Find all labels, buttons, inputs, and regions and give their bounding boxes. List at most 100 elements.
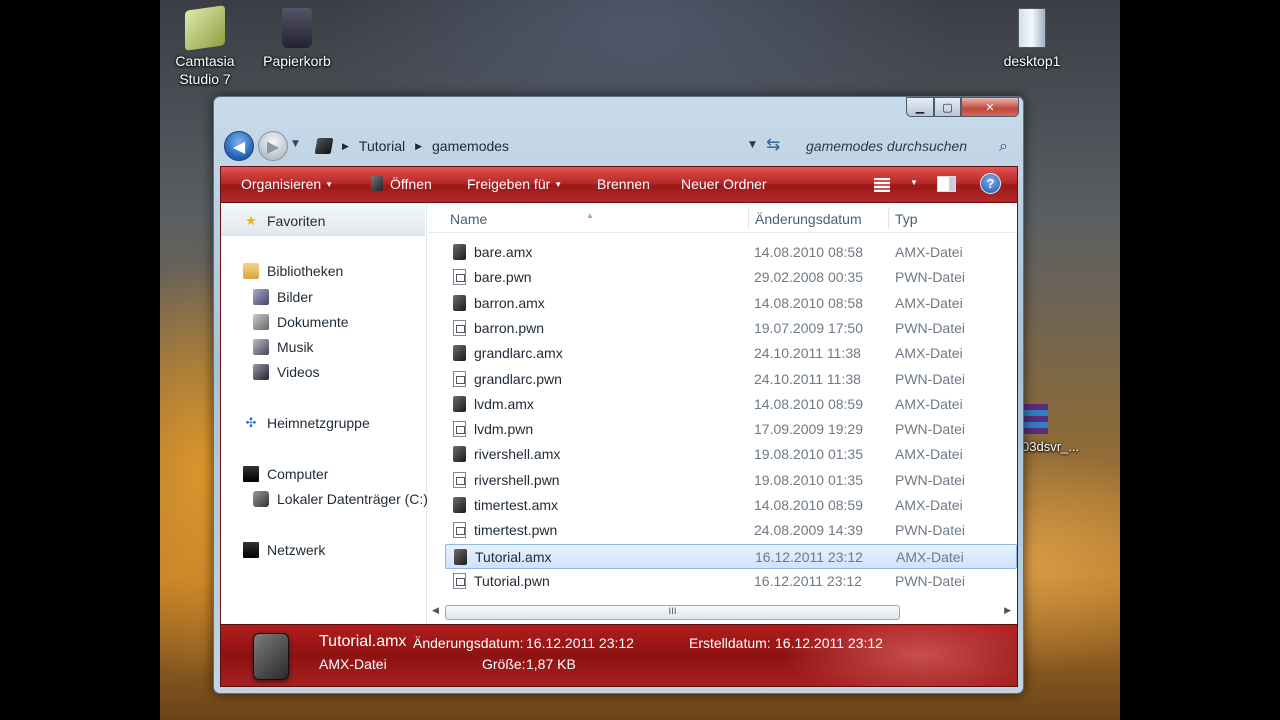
pictures-icon [253,289,269,305]
homegroup-icon: ✣ [245,415,257,430]
file-row[interactable]: rivershell.pwn 19.08.2010 01:35 PWN-Datei [445,468,1017,493]
file-row[interactable]: grandlarc.amx 24.10.2011 11:38 AMX-Datei [445,341,1017,366]
recent-pages-dropdown[interactable]: ▼ [292,139,299,149]
computer-icon [243,466,259,482]
new-folder-button[interactable]: Neuer Ordner [681,176,767,192]
open-label: Öffnen [390,176,432,192]
file-row[interactable]: timertest.amx 14.08.2010 08:59 AMX-Datei [445,493,1017,518]
column-divider[interactable] [888,207,889,229]
horizontal-scrollbar[interactable]: ◀ III ▶ [428,603,1017,623]
nav-label: Netzwerk [267,542,326,558]
documents-icon [253,314,269,330]
open-button[interactable]: Öffnen [371,176,432,192]
chevron-down-icon: ▼ [325,180,334,189]
file-date: 17.09.2009 19:29 [754,421,863,438]
scroll-left-icon[interactable]: ◀ [432,606,439,616]
file-name: grandlarc.pwn [474,370,562,387]
nav-documents[interactable]: Dokumente [253,314,349,330]
desktop-icon-camtasia[interactable]: Camtasia Studio 7 [155,5,255,88]
scroll-right-icon[interactable]: ▶ [1004,606,1011,616]
close-button[interactable]: ✕ [961,97,1019,117]
refresh-icon[interactable]: ⇆ [766,135,780,155]
column-header-row: ▲ Name Änderungsdatum Typ [428,203,1017,233]
address-bar[interactable]: ▶ Tutorial ▶ gamemodes [308,133,762,159]
column-header-date[interactable]: Änderungsdatum [755,211,862,227]
file-type: AMX-Datei [895,345,963,362]
chevron-down-icon[interactable]: ▼ [910,178,918,187]
screen: Camtasia Studio 7 Papierkorb desktop1 03… [0,0,1280,720]
nav-local-disk[interactable]: Lokaler Datenträger (C:) [253,491,428,507]
nav-videos[interactable]: Videos [253,364,320,380]
nav-libraries[interactable]: Bibliotheken [243,263,343,279]
amx-file-icon [453,497,466,513]
minimize-button[interactable]: ▁ [906,97,934,117]
view-options-icon[interactable] [874,178,890,192]
column-header-name[interactable]: Name [450,211,487,227]
details-modified-value: 16.12.2011 23:12 [526,635,634,651]
letterbox-right [1120,0,1280,720]
file-row[interactable]: Tutorial.amx 16.12.2011 23:12 AMX-Datei [445,543,1017,569]
share-button[interactable]: Freigeben für ▼ [467,176,562,192]
navigation-bar: ◀ ▶ ▼ ▶ Tutorial ▶ gamemodes ▼ ⇆ gamemod… [222,129,1017,161]
nav-label: Musik [277,339,314,355]
nav-favorites[interactable]: ★ Favoriten [243,213,325,229]
pwn-file-icon [453,370,466,387]
nav-label: Heimnetzgruppe [267,415,370,431]
scrollbar-thumb[interactable]: III [445,605,900,620]
nav-network[interactable]: Netzwerk [243,542,325,558]
search-box[interactable]: gamemodes durchsuchen ⌕ [792,133,1016,159]
file-name: Tutorial.pwn [474,572,550,589]
nav-computer[interactable]: Computer [243,466,328,482]
breadcrumb-separator-icon[interactable]: ▶ [415,141,422,152]
file-type: PWN-Datei [895,522,966,539]
address-dropdown[interactable]: ▼ [749,140,756,150]
back-button[interactable]: ◀ [224,131,254,161]
file-date: 16.12.2011 23:12 [754,572,862,589]
nav-pictures[interactable]: Bilder [253,289,313,305]
breadcrumb-gamemodes[interactable]: gamemodes [432,138,509,154]
preview-pane-icon[interactable] [937,176,956,192]
breadcrumb-tutorial[interactable]: Tutorial [359,138,405,154]
details-filetype: AMX-Datei [319,656,387,672]
file-name: barron.pwn [474,319,545,336]
star-icon: ★ [245,213,257,228]
desktop-icon-label: desktop1 [1003,53,1061,69]
file-row[interactable]: bare.pwn 29.02.2008 00:35 PWN-Datei [445,265,1017,290]
burn-button[interactable]: Brennen [597,176,650,192]
help-button[interactable]: ? [980,173,1001,194]
nav-homegroup[interactable]: ✣ Heimnetzgruppe [243,415,370,431]
organize-button[interactable]: Organisieren ▼ [241,176,333,192]
column-header-type[interactable]: Typ [895,211,918,227]
nav-label: Videos [277,364,320,380]
file-name: rivershell.pwn [474,471,560,488]
maximize-button[interactable]: ▢ [934,97,961,117]
videos-icon [253,364,269,380]
nav-music[interactable]: Musik [253,339,314,355]
amx-file-icon [454,548,467,565]
file-type: PWN-Datei [895,471,966,488]
file-icon [371,176,383,191]
desktop-icon-label: Studio 7 [179,71,231,87]
amx-file-icon [453,345,466,362]
file-row[interactable]: barron.amx 14.08.2010 08:58 AMX-Datei [445,291,1017,316]
desktop-icon-desktop1[interactable]: desktop1 [982,8,1082,70]
nav-label: Bilder [277,289,313,305]
file-row[interactable]: bare.amx 14.08.2010 08:58 AMX-Datei [445,240,1017,265]
file-row[interactable]: lvdm.pwn 17.09.2009 19:29 PWN-Datei [445,417,1017,442]
file-row[interactable]: grandlarc.pwn 24.10.2011 11:38 PWN-Datei [445,367,1017,392]
search-input[interactable]: gamemodes durchsuchen [806,138,967,154]
file-row[interactable]: Tutorial.pwn 16.12.2011 23:12 PWN-Datei [445,569,1017,594]
forward-button[interactable]: ▶ [258,131,288,161]
file-row[interactable]: rivershell.amx 19.08.2010 01:35 AMX-Datei [445,442,1017,467]
file-type: AMX-Datei [895,497,963,513]
desktop-icon-recycle-bin[interactable]: Papierkorb [247,8,347,70]
file-row[interactable]: timertest.pwn 24.08.2009 14:39 PWN-Datei [445,518,1017,543]
file-list: ▲ Name Änderungsdatum Typ bare.amx 14.08.… [428,203,1017,624]
file-date: 29.02.2008 00:35 [754,269,863,286]
column-divider[interactable] [748,207,749,229]
breadcrumb-separator-icon[interactable]: ▶ [342,141,349,152]
amx-file-icon [453,395,466,412]
file-row[interactable]: lvdm.amx 14.08.2010 08:59 AMX-Datei [445,392,1017,417]
file-row[interactable]: barron.pwn 19.07.2009 17:50 PWN-Datei [445,316,1017,341]
search-icon[interactable]: ⌕ [999,136,1008,156]
